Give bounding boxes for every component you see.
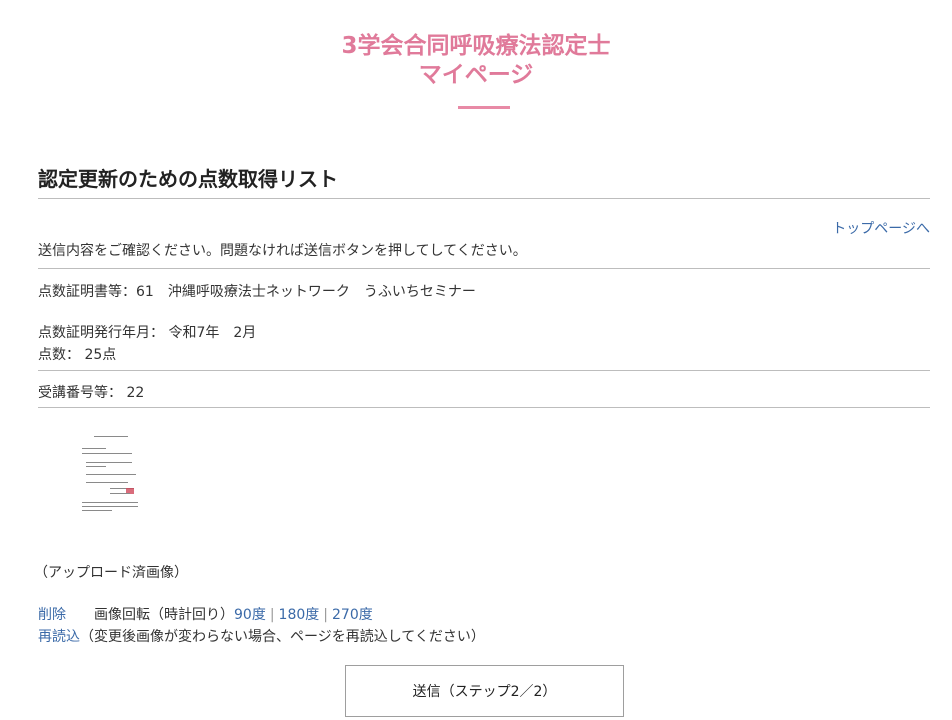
divider xyxy=(38,268,930,269)
certificate-info: 点数証明書等：61 沖縄呼吸療法士ネットワーク うふいちセミナー xyxy=(38,284,476,300)
delete-link[interactable]: 削除 xyxy=(38,607,66,623)
site-title-line2: マイページ xyxy=(418,62,534,88)
heading-divider xyxy=(38,198,930,199)
rotate-180-link[interactable]: 180度 xyxy=(279,607,320,623)
issue-date: 点数証明発行年月： 令和7年 2月 xyxy=(38,325,257,341)
reload-note: （変更後画像が変わらない場合、ページを再読込してください） xyxy=(80,629,485,645)
rotate-270-link[interactable]: 270度 xyxy=(332,607,373,623)
submit-button[interactable]: 送信（ステップ2／2） xyxy=(345,665,624,717)
rotate-90-link[interactable]: 90度 xyxy=(234,607,266,623)
site-title: 3学会合同呼吸療法認定士 マイページ xyxy=(0,32,952,90)
confirm-message: 送信内容をご確認ください。問題なければ送信ボタンを押してしてください。 xyxy=(38,243,527,259)
reload-row: 再読込（変更後画像が変わらない場合、ページを再読込してください） xyxy=(38,626,485,646)
top-page-link[interactable]: トップページへ xyxy=(832,218,930,238)
title-underline xyxy=(458,106,510,109)
attendance-number: 受講番号等： 22 xyxy=(38,385,145,401)
uploaded-image-thumbnail[interactable] xyxy=(80,432,142,518)
image-actions: 削除 画像回転（時計回り）90度 | 180度 | 270度 xyxy=(38,604,373,624)
uploaded-image-label: （アップロード済画像） xyxy=(34,565,188,581)
separator: | xyxy=(323,607,328,623)
divider xyxy=(38,407,930,408)
points: 点数： 25点 xyxy=(38,347,117,363)
separator: | xyxy=(269,607,275,623)
section-heading: 認定更新のための点数取得リスト xyxy=(38,167,338,191)
rotate-label: 画像回転（時計回り） xyxy=(94,607,234,623)
site-title-line1: 3学会合同呼吸療法認定士 xyxy=(341,33,611,59)
reload-link[interactable]: 再読込 xyxy=(38,629,80,645)
divider xyxy=(38,370,930,371)
